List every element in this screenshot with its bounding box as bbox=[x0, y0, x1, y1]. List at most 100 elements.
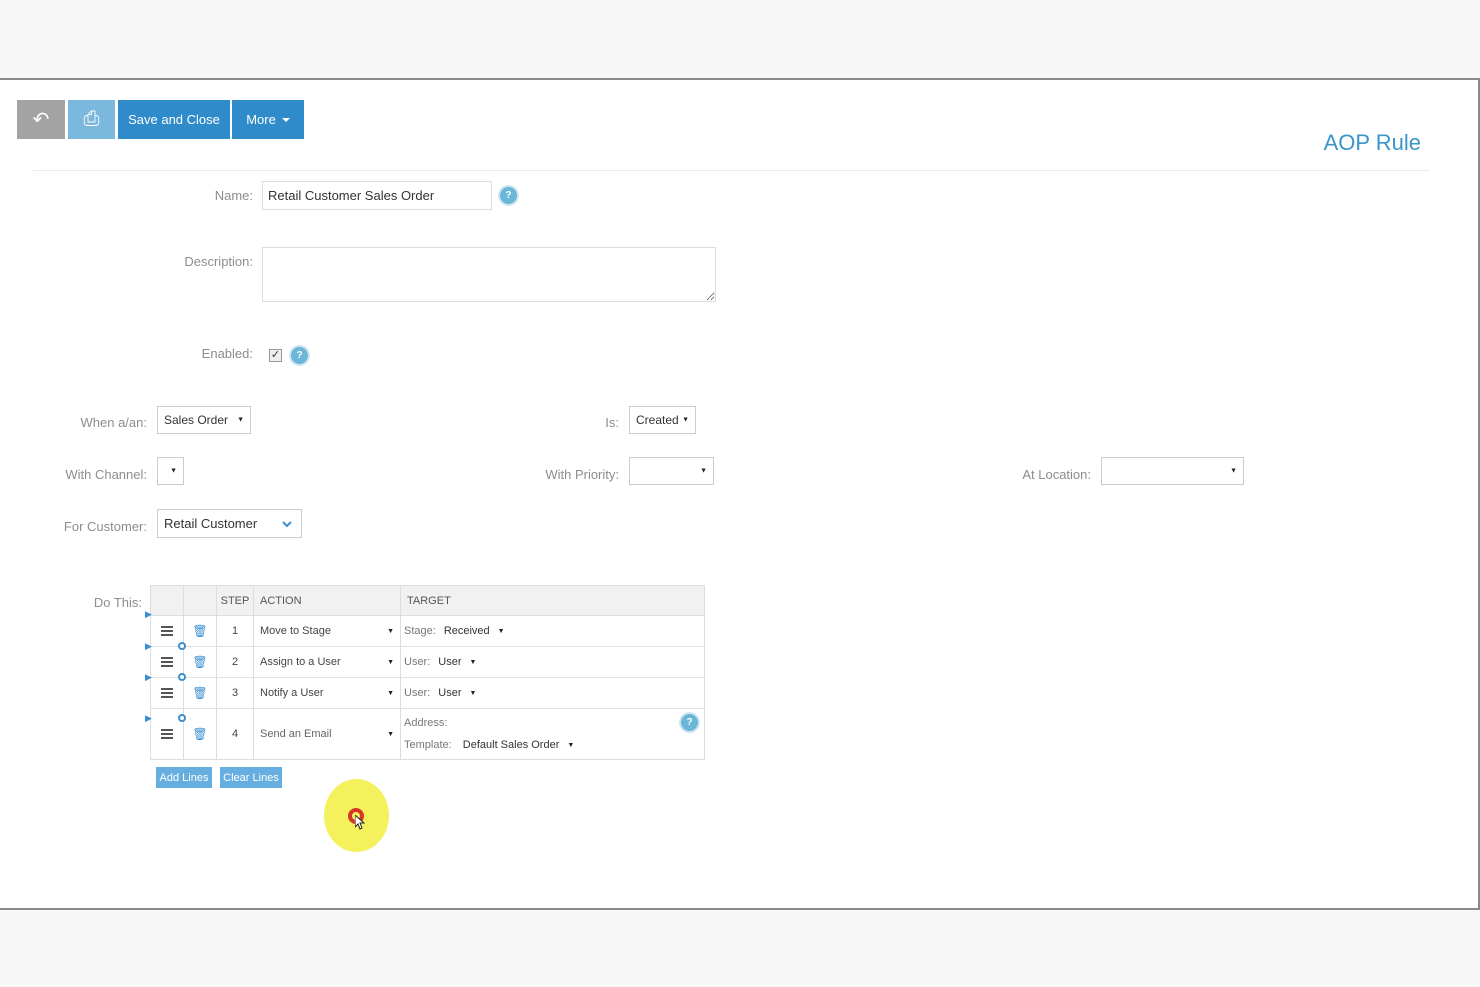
target-select[interactable]: User ▼ bbox=[438, 687, 476, 699]
trash-icon: 🗑 bbox=[192, 727, 208, 741]
clear-lines-button[interactable]: Clear Lines bbox=[220, 767, 282, 788]
undo-icon: ↶ bbox=[32, 109, 50, 131]
customer-label: For Customer: bbox=[63, 519, 147, 534]
action-select-value: Notify a User bbox=[260, 687, 324, 699]
location-select[interactable]: ▼ bbox=[1101, 457, 1244, 485]
action-select[interactable]: Notify a User ▼ bbox=[254, 678, 401, 708]
target-select[interactable]: Received ▼ bbox=[444, 625, 505, 637]
header-target: TARGET bbox=[407, 594, 451, 607]
drag-handle[interactable] bbox=[151, 678, 184, 708]
delete-row-button[interactable]: 🗑 bbox=[184, 647, 217, 677]
is-select-value: Created bbox=[636, 413, 679, 427]
drag-handle-icon bbox=[161, 688, 173, 698]
is-label: Is: bbox=[605, 415, 619, 430]
is-select[interactable]: Created ▼ bbox=[629, 406, 696, 434]
name-label: Name: bbox=[214, 188, 253, 203]
insert-marker-icon[interactable]: ▶ bbox=[145, 713, 152, 724]
drag-handle[interactable] bbox=[151, 647, 184, 677]
mouse-pointer-icon bbox=[355, 815, 365, 830]
header-step: STEP bbox=[217, 586, 254, 615]
header-delete-col bbox=[184, 586, 217, 615]
description-textarea[interactable] bbox=[262, 247, 716, 302]
drag-handle-icon bbox=[161, 626, 173, 636]
when-select[interactable]: Sales Order ▼ bbox=[157, 406, 251, 434]
delete-row-button[interactable]: 🗑 bbox=[184, 709, 217, 759]
add-step-node-icon[interactable] bbox=[178, 714, 186, 722]
delete-row-button[interactable]: 🗑 bbox=[184, 616, 217, 646]
add-step-node-icon[interactable] bbox=[178, 673, 186, 681]
add-step-node-icon[interactable] bbox=[178, 642, 186, 650]
target-cell: Address: Template: Default Sales Order ▼… bbox=[401, 709, 704, 759]
chevron-down-icon bbox=[282, 521, 292, 528]
template-select[interactable]: Default Sales Order ▼ bbox=[463, 739, 575, 751]
name-input[interactable]: Retail Customer Sales Order bbox=[262, 181, 492, 210]
description-label: Description: bbox=[184, 254, 253, 269]
dropdown-arrow-icon: ▼ bbox=[469, 658, 477, 666]
delete-row-button[interactable]: 🗑 bbox=[184, 678, 217, 708]
customer-select[interactable]: Retail Customer bbox=[157, 509, 302, 538]
name-help-icon[interactable]: ? bbox=[500, 187, 517, 204]
table-row: 🗑 4 Send an Email ▼ Address: Template: D… bbox=[151, 709, 704, 759]
target-select-value: User bbox=[438, 687, 462, 699]
more-button[interactable]: More bbox=[232, 100, 304, 139]
enabled-help-icon[interactable]: ? bbox=[291, 347, 308, 364]
dropdown-arrow-icon: ▼ bbox=[700, 467, 707, 475]
trash-icon: 🗑 bbox=[192, 624, 208, 638]
dropdown-arrow-icon: ▼ bbox=[469, 689, 477, 697]
target-cell: Stage: Received ▼ bbox=[401, 616, 704, 646]
action-select[interactable]: Assign to a User ▼ bbox=[254, 647, 401, 677]
insert-marker-icon[interactable]: ▶ bbox=[145, 672, 152, 683]
dropdown-arrow-icon: ▼ bbox=[1230, 467, 1237, 475]
priority-label: With Priority: bbox=[545, 467, 619, 482]
trash-icon: 🗑 bbox=[192, 686, 208, 700]
step-number: 4 bbox=[217, 709, 254, 759]
dropdown-arrow-icon: ▼ bbox=[682, 416, 689, 424]
channel-label: With Channel: bbox=[65, 467, 147, 482]
drag-handle-icon bbox=[161, 657, 173, 667]
printer-icon: ⎙ bbox=[83, 108, 100, 130]
action-select[interactable]: Move to Stage ▼ bbox=[254, 616, 401, 646]
header-action: ACTION bbox=[254, 586, 401, 615]
customer-select-value: Retail Customer bbox=[164, 516, 258, 531]
target-label: User: bbox=[404, 656, 431, 668]
add-lines-button[interactable]: Add Lines bbox=[156, 767, 212, 788]
template-row: Template: Default Sales Order ▼ bbox=[404, 739, 574, 751]
dropdown-arrow-icon: ▼ bbox=[497, 627, 505, 635]
dropdown-arrow-icon: ▼ bbox=[170, 467, 177, 475]
trash-icon: 🗑 bbox=[192, 655, 208, 669]
caret-down-icon bbox=[281, 117, 290, 122]
drag-handle-icon bbox=[161, 729, 173, 739]
back-button[interactable]: ↶ bbox=[17, 100, 65, 139]
action-select[interactable]: Send an Email ▼ bbox=[254, 709, 401, 759]
step-number: 2 bbox=[217, 647, 254, 677]
header-drag-col bbox=[151, 586, 184, 615]
print-button[interactable]: ⎙ bbox=[68, 100, 115, 139]
when-select-value: Sales Order bbox=[164, 413, 229, 427]
enabled-checkbox[interactable]: ✓ bbox=[269, 349, 282, 362]
location-label: At Location: bbox=[1022, 467, 1091, 482]
target-select-value: User bbox=[438, 656, 462, 668]
target-select[interactable]: User ▼ bbox=[438, 656, 476, 668]
email-help-icon[interactable]: ? bbox=[681, 714, 698, 731]
address-row: Address: bbox=[404, 717, 455, 729]
page-title: AOP Rule bbox=[1323, 130, 1421, 155]
insert-marker-icon[interactable]: ▶ bbox=[145, 609, 152, 620]
dropdown-arrow-icon: ▼ bbox=[387, 730, 394, 738]
insert-marker-icon[interactable]: ▶ bbox=[145, 641, 152, 652]
header-divider bbox=[33, 170, 1430, 171]
target-select-value: Received bbox=[443, 625, 490, 637]
template-select-value: Default Sales Order bbox=[462, 739, 560, 751]
drag-handle[interactable] bbox=[151, 616, 184, 646]
content-frame: ↶ ⎙ Save and Close More AOP Rule Name: R… bbox=[0, 78, 1480, 910]
target-cell: User: User ▼ bbox=[401, 647, 704, 677]
when-label: When a/an: bbox=[80, 415, 148, 430]
table-row: 🗑 1 Move to Stage ▼ Stage: Received ▼ bbox=[151, 616, 704, 647]
enabled-label: Enabled: bbox=[201, 346, 253, 361]
step-number: 3 bbox=[217, 678, 254, 708]
action-select-value: Send an Email bbox=[260, 728, 332, 740]
action-select-value: Assign to a User bbox=[260, 656, 341, 668]
channel-select[interactable]: ▼ bbox=[157, 457, 184, 485]
save-and-close-button[interactable]: Save and Close bbox=[118, 100, 230, 139]
target-label: User: bbox=[404, 687, 431, 699]
priority-select[interactable]: ▼ bbox=[629, 457, 714, 485]
